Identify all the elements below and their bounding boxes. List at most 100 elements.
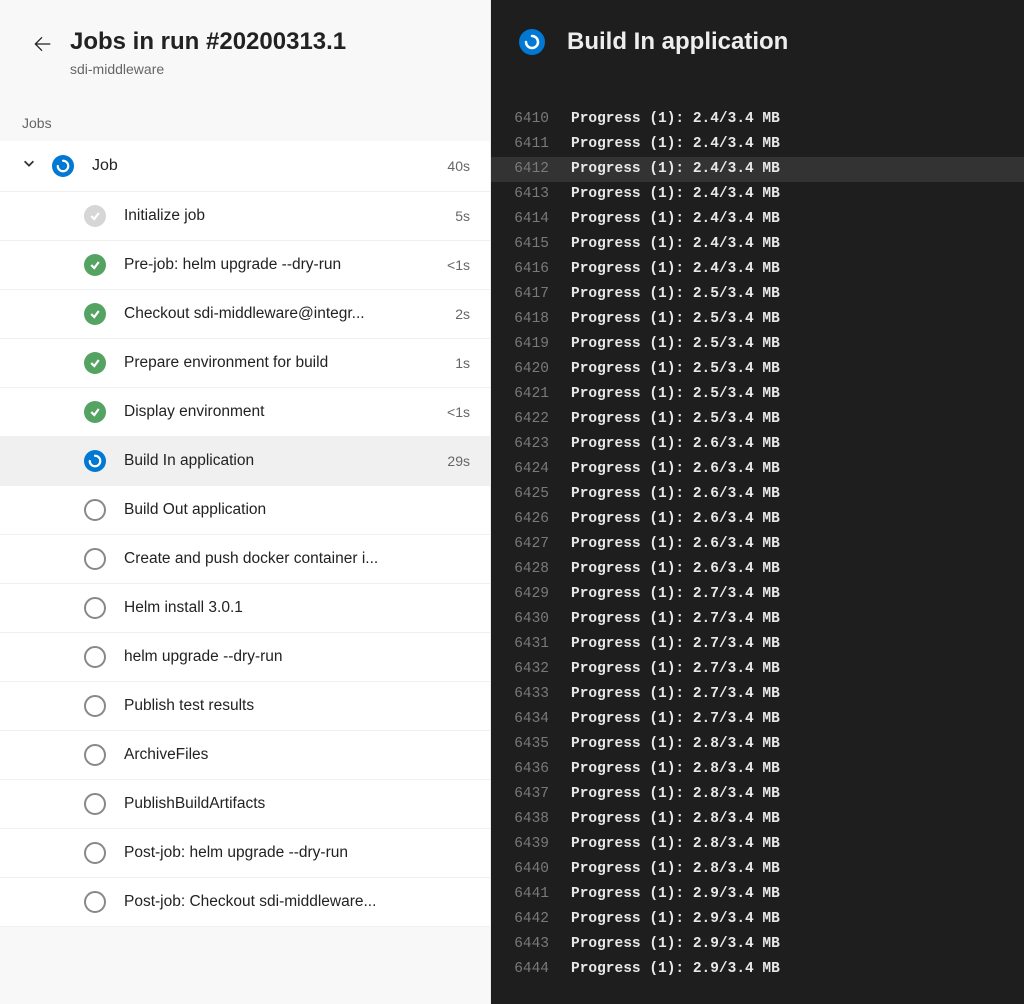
log-line[interactable]: 6415Progress (1): 2.4/3.4 MB: [491, 232, 1024, 257]
log-line[interactable]: 6410Progress (1): 2.4/3.4 MB: [491, 107, 1024, 132]
line-text: Progress (1): 2.9/3.4 MB: [553, 882, 780, 907]
log-line[interactable]: 6436Progress (1): 2.8/3.4 MB: [491, 757, 1024, 782]
step-status-icon: [84, 450, 106, 472]
log-panel: Build In application 6409Progress (1): 2…: [491, 0, 1024, 1004]
log-line[interactable]: 6440Progress (1): 2.8/3.4 MB: [491, 857, 1024, 882]
steps-list: Initialize job5sPre-job: helm upgrade --…: [0, 192, 490, 927]
expand-toggle[interactable]: [22, 156, 38, 175]
step-row[interactable]: Initialize job5s: [0, 192, 490, 241]
step-row[interactable]: Pre-job: helm upgrade --dry-run<1s: [0, 241, 490, 290]
line-number: 6430: [491, 607, 553, 632]
line-number: 6443: [491, 932, 553, 957]
job-row[interactable]: Job 40s: [0, 141, 490, 192]
log-line[interactable]: 6431Progress (1): 2.7/3.4 MB: [491, 632, 1024, 657]
project-name: sdi-middleware: [70, 61, 346, 77]
line-text: Progress (1): 2.8/3.4 MB: [553, 832, 780, 857]
log-line[interactable]: 6427Progress (1): 2.6/3.4 MB: [491, 532, 1024, 557]
line-number: 6434: [491, 707, 553, 732]
log-line[interactable]: 6443Progress (1): 2.9/3.4 MB: [491, 932, 1024, 957]
log-line[interactable]: 6442Progress (1): 2.9/3.4 MB: [491, 907, 1024, 932]
step-duration: 29s: [447, 453, 470, 469]
line-text: Progress (1): 2.5/3.4 MB: [553, 332, 780, 357]
log-line[interactable]: 6426Progress (1): 2.6/3.4 MB: [491, 507, 1024, 532]
log-line[interactable]: 6429Progress (1): 2.7/3.4 MB: [491, 582, 1024, 607]
line-text: Progress (1): 2.7/3.4 MB: [553, 607, 780, 632]
log-line[interactable]: 6417Progress (1): 2.5/3.4 MB: [491, 282, 1024, 307]
log-line[interactable]: 6422Progress (1): 2.5/3.4 MB: [491, 407, 1024, 432]
step-row[interactable]: Display environment<1s: [0, 388, 490, 437]
line-text: Progress (1): 2.5/3.4 MB: [553, 307, 780, 332]
step-row[interactable]: Build Out application: [0, 486, 490, 535]
step-label: Publish test results: [124, 697, 462, 715]
line-text: Progress (1): 2.7/3.4 MB: [553, 682, 780, 707]
line-number: 6439: [491, 832, 553, 857]
line-text: Progress (1): 2.9/3.4 MB: [553, 932, 780, 957]
log-line[interactable]: 6412Progress (1): 2.4/3.4 MB: [491, 157, 1024, 182]
step-label: ArchiveFiles: [124, 746, 462, 764]
step-row[interactable]: Helm install 3.0.1: [0, 584, 490, 633]
log-line[interactable]: 6424Progress (1): 2.6/3.4 MB: [491, 457, 1024, 482]
log-line[interactable]: 6430Progress (1): 2.7/3.4 MB: [491, 607, 1024, 632]
log-title: Build In application: [567, 28, 788, 56]
line-text: Progress (1): 2.6/3.4 MB: [553, 532, 780, 557]
step-status-icon: [84, 744, 106, 766]
log-line[interactable]: 6419Progress (1): 2.5/3.4 MB: [491, 332, 1024, 357]
log-line[interactable]: 6439Progress (1): 2.8/3.4 MB: [491, 832, 1024, 857]
job-label: Job: [92, 157, 447, 175]
log-line[interactable]: 6423Progress (1): 2.6/3.4 MB: [491, 432, 1024, 457]
step-row[interactable]: Publish test results: [0, 682, 490, 731]
line-number: 6425: [491, 482, 553, 507]
line-number: 6418: [491, 307, 553, 332]
line-text: Progress (1): 2.6/3.4 MB: [553, 482, 780, 507]
line-text: Progress (1): 2.4/3.4 MB: [553, 107, 780, 132]
spinner-icon: [88, 454, 102, 468]
log-line[interactable]: 6413Progress (1): 2.4/3.4 MB: [491, 182, 1024, 207]
section-label-jobs: Jobs: [0, 89, 490, 141]
log-line[interactable]: 6432Progress (1): 2.7/3.4 MB: [491, 657, 1024, 682]
spinner-icon: [56, 159, 70, 173]
log-line[interactable]: 6418Progress (1): 2.5/3.4 MB: [491, 307, 1024, 332]
step-label: PublishBuildArtifacts: [124, 795, 462, 813]
line-number: 6422: [491, 407, 553, 432]
line-text: Progress (1): 2.4/3.4 MB: [553, 232, 780, 257]
log-line[interactable]: 6437Progress (1): 2.8/3.4 MB: [491, 782, 1024, 807]
checkmark-icon: [89, 210, 101, 222]
step-label: Post-job: helm upgrade --dry-run: [124, 844, 462, 862]
log-line[interactable]: 6434Progress (1): 2.7/3.4 MB: [491, 707, 1024, 732]
step-row[interactable]: ArchiveFiles: [0, 731, 490, 780]
step-row[interactable]: Build In application29s: [0, 437, 490, 486]
step-status-icon: [84, 548, 106, 570]
log-line[interactable]: 6433Progress (1): 2.7/3.4 MB: [491, 682, 1024, 707]
log-line[interactable]: 6414Progress (1): 2.4/3.4 MB: [491, 207, 1024, 232]
step-row[interactable]: Post-job: Checkout sdi-middleware...: [0, 878, 490, 927]
step-status-icon: [84, 303, 106, 325]
line-text: Progress (1): 2.9/3.4 MB: [553, 907, 780, 932]
step-row[interactable]: PublishBuildArtifacts: [0, 780, 490, 829]
log-line[interactable]: 6441Progress (1): 2.9/3.4 MB: [491, 882, 1024, 907]
step-duration: <1s: [447, 257, 470, 273]
log-line[interactable]: 6425Progress (1): 2.6/3.4 MB: [491, 482, 1024, 507]
line-number: 6412: [491, 157, 553, 182]
log-line[interactable]: 6416Progress (1): 2.4/3.4 MB: [491, 257, 1024, 282]
line-number: 6432: [491, 657, 553, 682]
chevron-down-icon: [22, 156, 36, 170]
log-line[interactable]: 6428Progress (1): 2.6/3.4 MB: [491, 557, 1024, 582]
log-line[interactable]: 6444Progress (1): 2.9/3.4 MB: [491, 957, 1024, 982]
back-button[interactable]: [30, 32, 54, 56]
log-line[interactable]: 6435Progress (1): 2.8/3.4 MB: [491, 732, 1024, 757]
step-label: Helm install 3.0.1: [124, 599, 462, 617]
log-line[interactable]: 6409Progress (1): 2.3/3.4 MB: [491, 82, 1024, 107]
log-line[interactable]: 6421Progress (1): 2.5/3.4 MB: [491, 382, 1024, 407]
step-label: Prepare environment for build: [124, 354, 447, 372]
log-body[interactable]: 6409Progress (1): 2.3/3.4 MB6410Progress…: [491, 78, 1024, 1004]
log-line[interactable]: 6411Progress (1): 2.4/3.4 MB: [491, 132, 1024, 157]
step-row[interactable]: helm upgrade --dry-run: [0, 633, 490, 682]
step-row[interactable]: Post-job: helm upgrade --dry-run: [0, 829, 490, 878]
line-text: Progress (1): 2.4/3.4 MB: [553, 182, 780, 207]
step-row[interactable]: Prepare environment for build1s: [0, 339, 490, 388]
log-line[interactable]: 6438Progress (1): 2.8/3.4 MB: [491, 807, 1024, 832]
line-number: 6427: [491, 532, 553, 557]
step-row[interactable]: Create and push docker container i...: [0, 535, 490, 584]
log-line[interactable]: 6420Progress (1): 2.5/3.4 MB: [491, 357, 1024, 382]
step-row[interactable]: Checkout sdi-middleware@integr...2s: [0, 290, 490, 339]
